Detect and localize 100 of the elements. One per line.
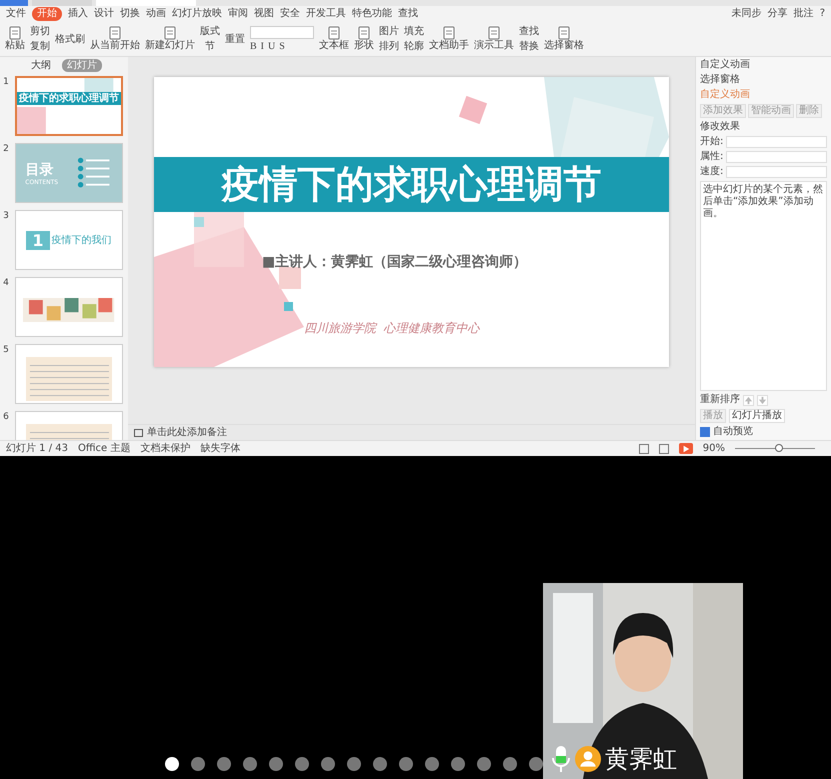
pane-title: 自定义动画 [700,59,751,71]
menu-tab[interactable]: 幻灯片放映 [172,7,222,21]
page-dot[interactable] [295,757,309,771]
format-button[interactable]: S [279,40,285,52]
status-text: 幻灯片 1 / 43 [6,442,68,455]
ribbon-button[interactable]: 轮廓 [404,40,424,53]
slide-number: 1 [2,76,10,88]
avatar-icon [575,746,601,772]
page-dot[interactable] [399,757,413,771]
format-button[interactable]: I [260,40,264,52]
page-dot[interactable] [217,757,231,771]
checkbox[interactable] [700,427,710,437]
ribbon-button[interactable]: 格式刷 [55,32,85,46]
page-dot[interactable] [425,757,439,771]
ribbon-button[interactable]: 形状 [354,26,374,52]
slider-thumb[interactable] [775,444,783,452]
comment-button[interactable]: 批注 [794,7,814,21]
ribbon-button[interactable]: 查找 [519,25,539,38]
page-dot[interactable] [373,757,387,771]
dropdown-field[interactable] [726,151,827,163]
view-icon[interactable] [638,444,649,454]
checkbox-label: 自动预览 [713,426,753,438]
ribbon-button[interactable]: 剪切 [30,25,50,38]
page-dot[interactable] [191,757,205,771]
menu-tab[interactable]: 审阅 [228,7,248,21]
menu-tab[interactable]: 安全 [280,7,300,21]
menu-tab[interactable]: 插入 [68,7,88,21]
slide-title: 疫情下的求职心理调节 [222,161,602,208]
sync-button[interactable]: 未同步 [732,7,762,21]
page-dot[interactable] [269,757,283,771]
section-label: 修改效果 [700,121,741,133]
ribbon-button[interactable]: 复制 [30,40,50,53]
page-dot[interactable] [321,757,335,771]
play-button[interactable] [678,443,693,454]
slide-title: 疫情下的我们 [52,234,112,247]
menu-tab[interactable]: 设计 [94,7,114,21]
help-button[interactable]: ? [820,7,825,21]
ribbon-button[interactable]: 填充 [404,25,424,38]
slideshow-button[interactable]: 幻灯片播放 [729,409,785,423]
document-icon [163,26,177,40]
hint-text: 选中幻灯片的某个元素，然后单击“添加效果”添加动画。 [703,184,824,220]
page-dot[interactable] [243,757,257,771]
format-button[interactable]: U [268,40,276,52]
menu-tab[interactable]: 动画 [146,7,166,21]
pane-heading: 自定义动画 [700,89,751,101]
microphone-icon [551,745,571,773]
page-dot[interactable] [529,757,543,771]
selection-pane-button[interactable]: 选择窗格 [700,74,827,86]
notes-field[interactable]: 单击此处添加备注 [147,426,227,439]
menu-tab[interactable]: 切换 [120,7,140,21]
status-text: 文档未保护 [140,442,190,455]
document-icon [8,26,22,40]
field-label: 属性: [700,151,724,163]
menu-tab[interactable]: 开发工具 [306,7,346,21]
menu-tab[interactable]: 视图 [254,7,274,21]
ribbon-button[interactable]: 新建幻灯片 [145,26,195,52]
participant-name: 黄霁虹 [605,744,677,775]
page-dot[interactable] [503,757,517,771]
page-dot[interactable] [451,757,465,771]
dropdown-field[interactable] [726,136,827,148]
page-dot[interactable] [165,757,179,771]
page-dot[interactable] [347,757,361,771]
search-button[interactable]: 查找 [398,7,418,21]
slide-number: 3 [2,210,10,222]
format-button[interactable]: B [250,40,257,52]
menu-tab[interactable]: 特色功能 [352,7,392,21]
document-icon [108,26,122,40]
ribbon-button[interactable]: 图片 [379,25,399,38]
field-label: 开始: [700,136,724,148]
ribbon-button[interactable]: 版式 [200,25,220,38]
ribbon-button[interactable]: 文档助手 [429,26,469,52]
document-icon [357,26,371,40]
file-menu[interactable]: 文件 [6,7,26,21]
document-icon [442,26,456,40]
ribbon-button[interactable]: 粘贴 [5,26,25,52]
page-dot[interactable] [477,757,491,771]
slide-number: 2 [2,143,10,155]
ribbon-button[interactable]: 排列 [379,40,399,53]
note-icon [134,428,143,436]
ribbon-button[interactable]: 文本框 [319,26,349,52]
panel-tab[interactable]: 大纲 [26,59,56,72]
status-text: Office 主题 [78,442,130,455]
reorder-label: 重新排序 [700,394,740,406]
slide-number: 5 [2,344,10,356]
dropdown-field[interactable] [726,166,827,178]
field-label: 速度: [700,166,724,178]
ribbon-button[interactable]: 演示工具 [474,26,514,52]
play-icon [682,444,690,452]
ribbon-button[interactable]: 重置 [225,32,245,46]
share-button[interactable]: 分享 [768,7,788,21]
ribbon-button[interactable]: 从当前开始 [90,26,140,52]
ribbon-button[interactable]: 替换 [519,40,539,53]
view-icon[interactable] [658,444,669,454]
font-field[interactable] [250,26,314,38]
slide-thumbnail[interactable] [15,277,123,337]
ribbon-button[interactable]: 节 [200,40,220,53]
slide-thumbnail[interactable] [15,344,123,404]
ribbon-button[interactable]: 选择窗格 [544,26,584,52]
presenter-text: ■主讲人：黄霁虹（国家二级心理咨询师） [262,253,528,271]
document-icon [487,26,501,40]
